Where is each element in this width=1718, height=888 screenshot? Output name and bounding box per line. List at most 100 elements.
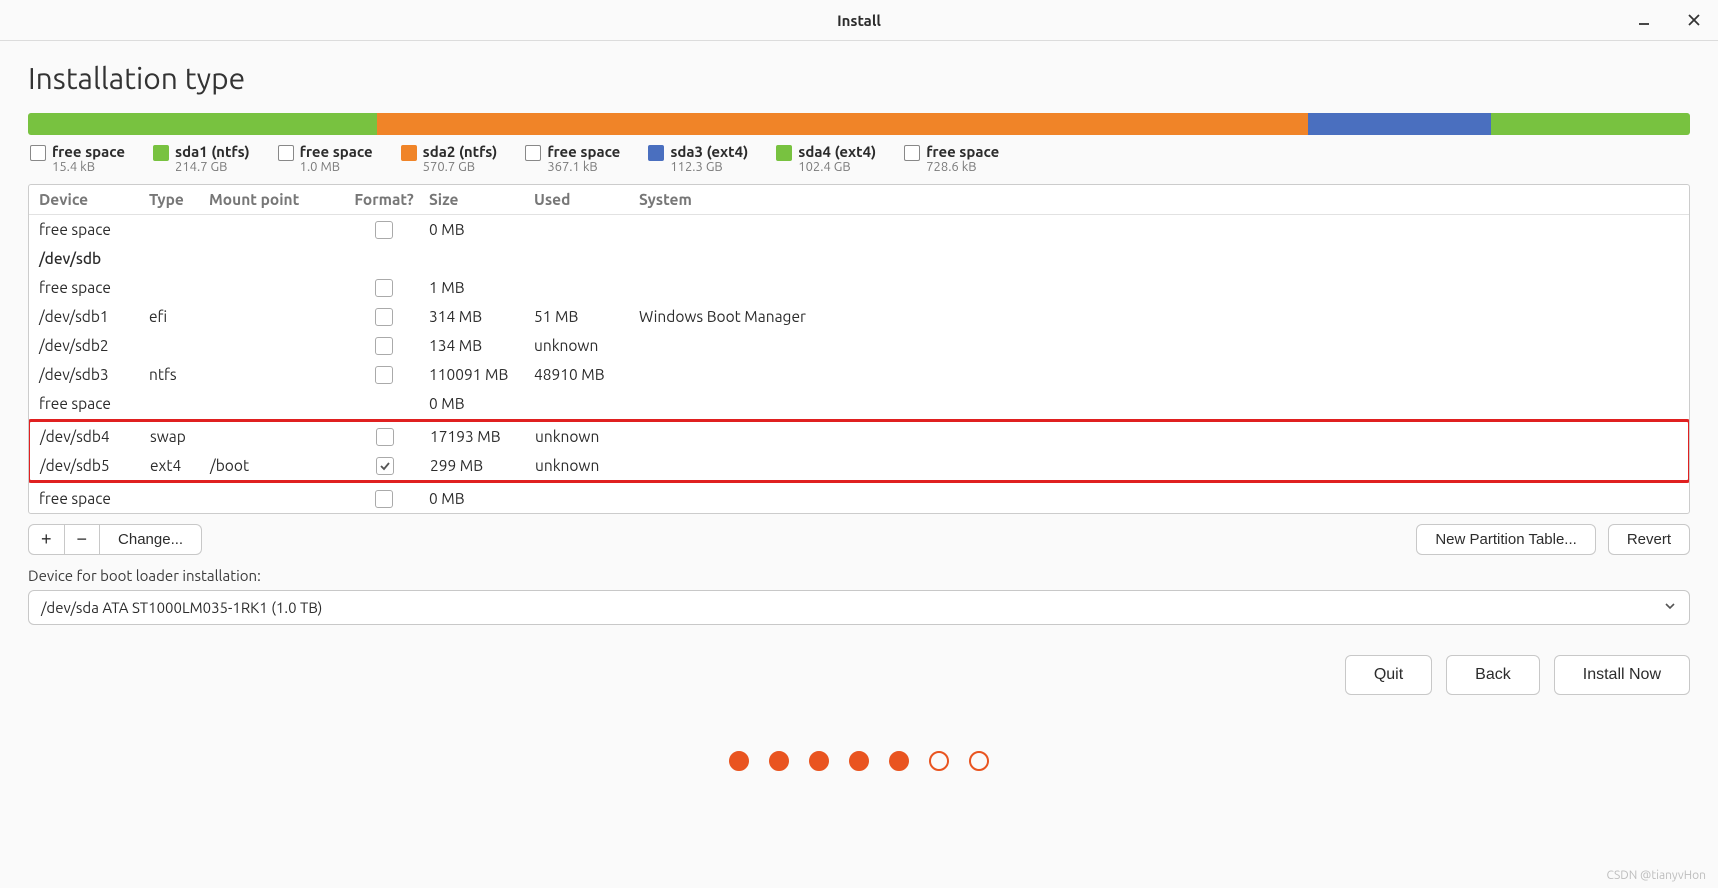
chevron-down-icon [1663,599,1677,616]
titlebar: Install [0,0,1718,41]
cell-format [339,308,429,326]
cell-size: 0 MB [429,221,534,238]
cell-device: /dev/sdb4 [36,428,150,445]
legend-item: sda2 (ntfs)570.7 GB [401,143,498,174]
legend-name: free space [52,143,125,160]
hdr-device: Device [35,191,149,208]
remove-partition-button[interactable]: − [65,524,101,555]
progress-dot [769,751,789,771]
new-partition-table-button[interactable]: New Partition Table... [1416,524,1595,555]
revert-button[interactable]: Revert [1608,524,1690,555]
table-row[interactable]: /dev/sdb2134 MBunknown [29,331,1689,360]
format-checkbox[interactable] [375,221,393,239]
disk-row[interactable]: /dev/sdb [29,244,1689,273]
hdr-size: Size [429,191,534,208]
legend-item: sda3 (ext4)112.3 GB [648,143,748,174]
legend-swatch [648,145,664,161]
legend-name: sda2 (ntfs) [423,143,498,160]
format-checkbox[interactable] [375,366,393,384]
legend-size: 728.6 kB [926,160,999,174]
progress-dot [889,751,909,771]
minimize-button[interactable] [1630,6,1658,34]
format-checkbox[interactable] [376,457,394,475]
bootloader-value: /dev/sda ATA ST1000LM035-1RK1 (1.0 TB) [41,599,322,616]
change-partition-button[interactable]: Change... [100,524,202,555]
watermark: CSDN @tianyvHon [1606,869,1706,882]
table-row[interactable]: /dev/sdb5ext4/boot299 MBunknown [30,451,1688,480]
legend-size: 102.4 GB [798,160,876,174]
cell-size: 17193 MB [430,428,535,445]
cell-device: free space [35,221,149,238]
table-row[interactable]: free space 0 MB [29,215,1689,244]
close-button[interactable] [1680,6,1708,34]
cell-size: 0 MB [429,490,534,507]
legend-swatch [401,145,417,161]
table-row[interactable]: free space 0 MB [29,484,1689,513]
quit-button[interactable]: Quit [1345,655,1432,695]
legend-item: free space1.0 MB [278,143,373,174]
cell-device: /dev/sdb5 [36,457,150,474]
format-checkbox[interactable] [375,308,393,326]
cell-system: Windows Boot Manager [639,308,1683,325]
cell-type: efi [149,308,209,325]
format-checkbox[interactable] [375,490,393,508]
highlighted-rows: /dev/sdb4swap17193 MBunknown/dev/sdb5ext… [28,419,1690,483]
page-title: Installation type [28,61,1690,95]
legend-item: free space728.6 kB [904,143,999,174]
add-partition-button[interactable]: + [28,524,65,555]
partition-table[interactable]: Device Type Mount point Format? Size Use… [28,184,1690,514]
install-now-button[interactable]: Install Now [1554,655,1690,695]
cell-format [339,366,429,384]
legend-size: 112.3 GB [670,160,748,174]
cell-device: free space [35,395,149,412]
cell-type: ext4 [150,457,210,474]
table-row[interactable]: /dev/sdb3ntfs 110091 MB48910 MB [29,360,1689,389]
cell-used: 48910 MB [534,366,639,383]
cell-type: ntfs [149,366,209,383]
table-row[interactable]: free space0 MB [29,389,1689,418]
format-checkbox[interactable] [375,279,393,297]
cell-format [339,279,429,297]
cell-size: 1 MB [429,279,534,296]
progress-dots [28,751,1690,791]
legend-size: 570.7 GB [423,160,498,174]
format-checkbox[interactable] [375,337,393,355]
progress-dot [969,751,989,771]
table-row[interactable]: /dev/sdb4swap17193 MBunknown [30,422,1688,451]
window-title: Install [837,12,881,29]
table-row[interactable]: free space1 MB [29,273,1689,302]
table-header: Device Type Mount point Format? Size Use… [29,185,1689,215]
cell-size: 134 MB [429,337,534,354]
bootloader-select[interactable]: /dev/sda ATA ST1000LM035-1RK1 (1.0 TB) [28,590,1690,625]
legend-item: sda1 (ntfs)214.7 GB [153,143,250,174]
cell-format [339,490,429,508]
cell-format [339,337,429,355]
legend-swatch [904,145,920,161]
legend-name: sda4 (ext4) [798,143,876,160]
cell-size: 299 MB [430,457,535,474]
cell-used: unknown [535,428,640,445]
legend-swatch [153,145,169,161]
back-button[interactable]: Back [1446,655,1540,695]
legend-name: free space [300,143,373,160]
partition-bar-segment [377,113,1308,135]
progress-dot [729,751,749,771]
partition-usage-bar [28,113,1690,135]
cell-device: free space [35,490,149,507]
legend-size: 367.1 kB [547,160,620,174]
legend-item: free space15.4 kB [30,143,125,174]
partition-legend: free space15.4 kBsda1 (ntfs)214.7 GBfree… [28,135,1690,178]
format-checkbox[interactable] [376,428,394,446]
legend-name: sda1 (ntfs) [175,143,250,160]
legend-name: sda3 (ext4) [670,143,748,160]
hdr-system: System [639,191,1683,208]
legend-size: 1.0 MB [300,160,373,174]
legend-size: 15.4 kB [52,160,125,174]
cell-device: /dev/sdb [35,250,101,267]
cell-size: 110091 MB [429,366,534,383]
bootloader-label: Device for boot loader installation: [28,567,1690,584]
cell-size: 314 MB [429,308,534,325]
progress-dot [809,751,829,771]
cell-device: /dev/sdb3 [35,366,149,383]
table-row[interactable]: /dev/sdb1efi314 MB51 MBWindows Boot Mana… [29,302,1689,331]
